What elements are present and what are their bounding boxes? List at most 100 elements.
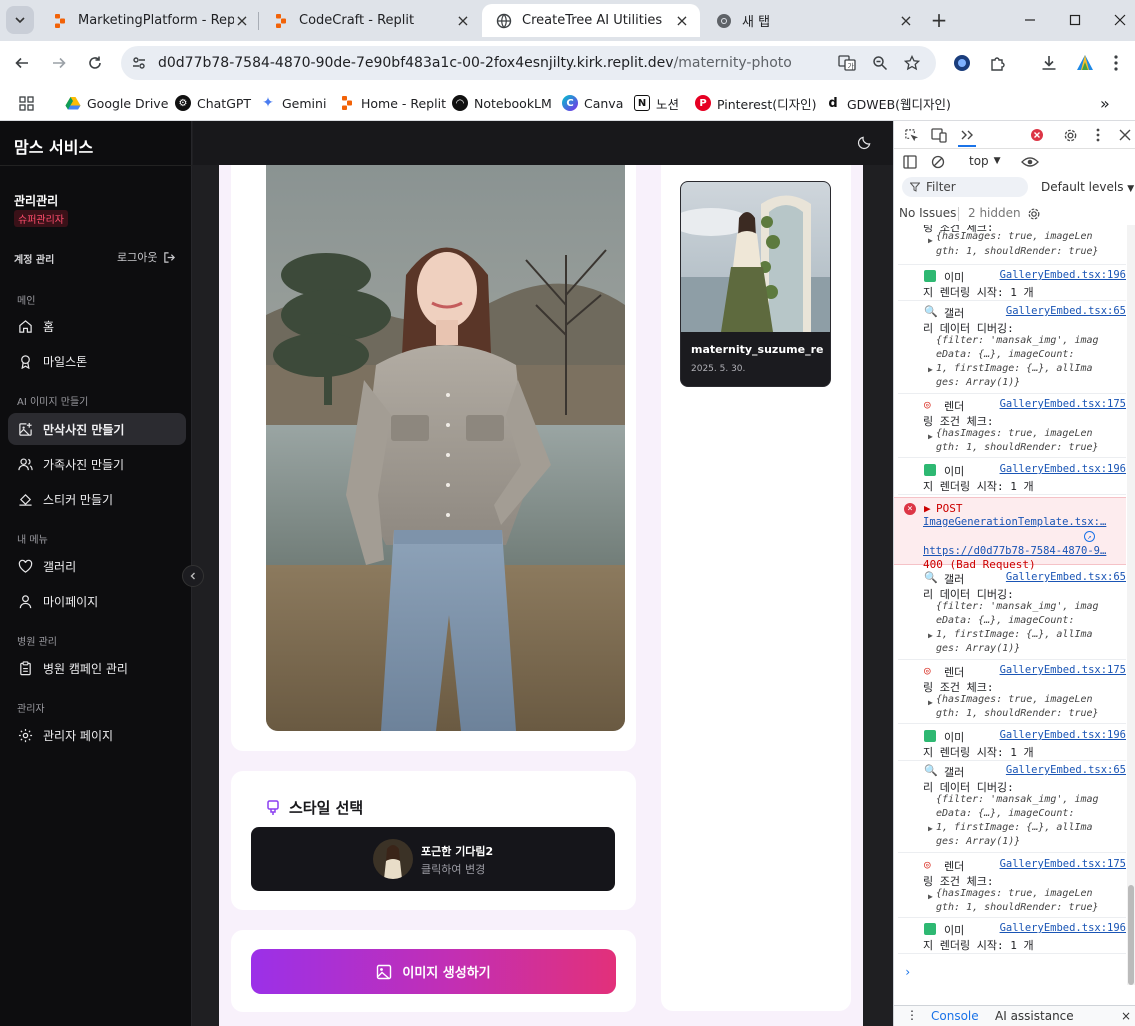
account-management-link[interactable]: 계정 관리 <box>14 251 54 266</box>
more-panels-icon[interactable] <box>958 125 976 147</box>
tab-title: CreateTree AI Utilities <box>522 13 663 28</box>
bookmark-google-drive[interactable]: Google Drive <box>65 92 168 114</box>
device-toggle-icon[interactable] <box>930 126 948 144</box>
error-count-icon[interactable] <box>1028 126 1046 144</box>
bookmark-canva[interactable]: C Canva <box>562 92 623 114</box>
close-icon[interactable]: × <box>898 11 914 30</box>
result-image-card <box>231 165 636 751</box>
apps-grid-button[interactable] <box>19 92 34 114</box>
bookmark-notion[interactable]: N 노션 <box>634 92 679 114</box>
close-window-button[interactable] <box>1108 9 1132 31</box>
console-scrollbar[interactable] <box>1127 225 1135 985</box>
error-expand-icon[interactable]: ▶ <box>924 502 931 515</box>
check-mark-icon <box>924 923 936 935</box>
extension-avatar-icon[interactable] <box>950 51 974 75</box>
style-select-button[interactable]: 포근한 기다림2 클릭하여 변경 <box>251 827 615 891</box>
sidebar-item-gallery[interactable]: 갤러리 <box>8 550 186 582</box>
sidebar-item-label: 마일스톤 <box>43 354 88 369</box>
close-icon[interactable]: × <box>674 11 690 30</box>
more-bookmarks-button[interactable]: » <box>1100 92 1110 114</box>
magnifier-icon: 🔍 <box>924 764 938 777</box>
network-link-icon[interactable]: ↗ <box>1084 531 1095 542</box>
url-text[interactable]: d0d77b78-7584-4870-90de-7e90bf483a1c-00-… <box>158 55 792 71</box>
context-selector[interactable]: top ▼ <box>969 154 1001 168</box>
bookmark-gdweb[interactable]: d GDWEB(웹디자인) <box>825 92 951 114</box>
drawer-menu-icon[interactable]: ⋮ <box>906 1008 918 1022</box>
new-tab-button[interactable]: + <box>928 8 950 32</box>
console-error-message: × ▶ POST ImageGenerationTemplate.tsx:… ↗… <box>894 497 1126 571</box>
sidebar-item-hospital-campaign[interactable]: 병원 캠페인 관리 <box>8 652 186 684</box>
forward-button[interactable] <box>47 51 71 75</box>
kebab-menu-icon[interactable] <box>1089 126 1107 144</box>
paint-bucket-icon <box>17 491 33 507</box>
sidebar-item-mypage[interactable]: 마이페이지 <box>8 585 186 617</box>
tab-marketing-platform[interactable]: MarketingPlatform - Replit × <box>38 4 260 37</box>
gallery-item-date: 2025. 5. 30. <box>691 364 746 374</box>
site-settings-icon[interactable] <box>129 53 149 73</box>
close-drawer-icon[interactable]: × <box>1121 1009 1131 1023</box>
tab-ai-assistance[interactable]: AI assistance <box>995 1009 1074 1023</box>
tab-codecraft[interactable]: CodeCraft - Replit × <box>259 4 481 37</box>
tab-createtree[interactable]: CreateTree AI Utilities × <box>482 4 700 37</box>
sidebar-item-family-photo[interactable]: 가족사진 만들기 <box>8 448 186 480</box>
error-source-link[interactable]: ImageGenerationTemplate.tsx:… <box>923 516 1106 528</box>
sidebar-item-label: 가족사진 만들기 <box>43 457 125 472</box>
address-bar[interactable]: d0d77b78-7584-4870-90de-7e90bf483a1c-00-… <box>121 46 936 80</box>
logout-button[interactable]: 로그아웃 <box>117 249 176 265</box>
clear-console-icon[interactable] <box>929 153 947 171</box>
sidebar-collapse-button[interactable] <box>182 565 204 587</box>
bookmark-chatgpt[interactable]: ⚙ ChatGPT <box>175 92 251 114</box>
back-button[interactable] <box>10 51 34 75</box>
bookmark-notebooklm[interactable]: ◠ NotebookLM <box>452 92 552 114</box>
sidebar-item-admin-page[interactable]: 관리자 페이지 <box>8 719 186 751</box>
sidebar-item-sticker[interactable]: 스티커 만들기 <box>8 483 186 515</box>
translate-icon[interactable]: 가 <box>837 53 857 73</box>
heart-icon <box>17 558 33 574</box>
hidden-messages-count[interactable]: 2 hidden <box>968 206 1021 220</box>
replit-icon <box>55 13 65 28</box>
tab-search-button[interactable] <box>6 6 34 34</box>
console-log-area[interactable]: 렁 조건 체크: ▶ {hasImages: true, imageLen gt… <box>894 225 1128 1003</box>
generated-photo[interactable] <box>266 165 625 731</box>
bookmark-pinterest[interactable]: P Pinterest(디자인) <box>695 92 816 114</box>
bookmark-label: 노션 <box>656 96 680 112</box>
close-devtools-icon[interactable] <box>1116 126 1134 144</box>
sidebar-toggle-icon[interactable] <box>901 153 919 171</box>
settings-gear-icon[interactable] <box>1061 126 1079 144</box>
role-badge: 슈퍼관리자 <box>14 210 68 227</box>
users-icon <box>17 456 33 472</box>
minimize-button[interactable] <box>1018 9 1042 31</box>
inspect-element-icon[interactable] <box>902 126 920 144</box>
close-icon[interactable]: × <box>234 11 250 30</box>
sidebar-item-home[interactable]: 홈 <box>8 310 186 342</box>
download-icon[interactable] <box>1037 51 1061 75</box>
tab-new-tab[interactable]: 새 탭 × <box>702 4 924 37</box>
live-expression-eye-icon[interactable] <box>1021 153 1039 171</box>
zoom-icon[interactable] <box>870 53 890 73</box>
theme-toggle-moon-icon[interactable] <box>857 135 873 151</box>
sidebar-item-maternity-photo[interactable]: 만삭사진 만들기 <box>8 413 186 445</box>
sidebar-item-label: 갤러리 <box>43 559 77 574</box>
devtools-panel: top ▼ Filter Default levels ▼ No Issues 2… <box>893 121 1135 1026</box>
bookmark-home-replit[interactable]: Home - Replit <box>339 92 446 114</box>
generate-image-button[interactable]: 이미지 생성하기 <box>251 949 616 994</box>
bookmark-gemini[interactable]: ✦ Gemini <box>260 92 326 114</box>
console-settings-gear-icon[interactable] <box>1025 205 1043 223</box>
close-icon[interactable]: × <box>455 11 471 30</box>
extensions-puzzle-icon[interactable] <box>986 51 1010 75</box>
tab-console[interactable]: Console <box>931 1009 979 1023</box>
profile-icon[interactable] <box>1073 51 1097 75</box>
maximize-button[interactable] <box>1063 9 1087 31</box>
error-url-link[interactable]: https://d0d77b78-7584-4870-9… <box>923 545 1106 557</box>
scrollbar-thumb[interactable] <box>1128 885 1134 985</box>
star-icon[interactable] <box>902 53 922 73</box>
console-filter-input[interactable]: Filter <box>902 177 1028 197</box>
reload-button[interactable] <box>83 51 107 75</box>
log-levels-dropdown[interactable]: Default levels ▼ <box>1041 180 1134 194</box>
console-prompt[interactable]: › <box>904 965 911 979</box>
style-select-card: 스타일 선택 포근한 기다림2 클릭하여 변경 <box>231 771 636 910</box>
gallery-item-card[interactable]: maternity_suzume_rea 2025. 5. 30. <box>680 181 831 387</box>
issues-count[interactable]: No Issues <box>899 206 956 220</box>
more-menu-icon[interactable] <box>1104 51 1128 75</box>
sidebar-item-milestone[interactable]: 마일스톤 <box>8 345 186 377</box>
